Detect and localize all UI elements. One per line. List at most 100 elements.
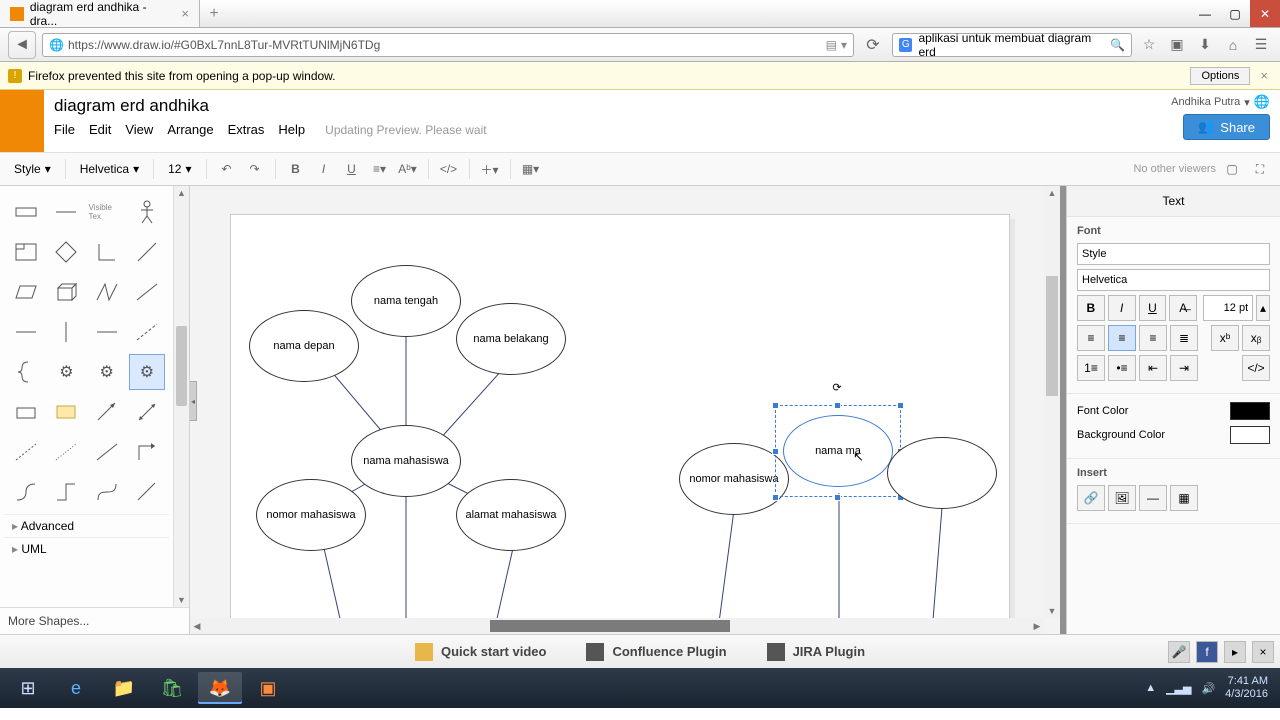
align-left-button[interactable]: ≡ — [1077, 325, 1105, 351]
footer-close-icon[interactable]: × — [1252, 641, 1274, 663]
shape-label[interactable] — [8, 194, 44, 230]
dropdown-icon[interactable]: ▾ — [841, 38, 847, 52]
shape-s-curve[interactable] — [8, 474, 44, 510]
reload-button[interactable]: ⟳ — [860, 32, 886, 58]
tray-network-icon[interactable]: ▁▃▅ — [1166, 682, 1191, 695]
taskbar-explorer-icon[interactable]: 📁 — [102, 672, 146, 704]
node-nama-belakang[interactable]: nama belakang — [456, 303, 566, 375]
menu-help[interactable]: Help — [278, 122, 305, 137]
url-field[interactable]: 🌐 https://www.draw.io/#G0BxL7nnL8Tur-MVR… — [42, 33, 854, 57]
shape-line-label[interactable] — [48, 194, 84, 230]
shape-solidline[interactable] — [89, 434, 125, 470]
panel-bold-button[interactable]: B — [1077, 295, 1105, 321]
infobar-close-icon[interactable]: × — [1256, 68, 1272, 83]
style-dropdown[interactable]: Style▾ — [8, 160, 57, 178]
shape-double-arrow[interactable] — [129, 394, 165, 430]
close-button[interactable]: ✕ — [1250, 0, 1280, 27]
indent-button[interactable]: ⇥ — [1170, 355, 1198, 381]
home-icon[interactable]: ⌂ — [1222, 34, 1244, 56]
pocket-icon[interactable]: ▣ — [1166, 34, 1188, 56]
tab-close-icon[interactable]: × — [181, 6, 189, 21]
shape-cube[interactable] — [48, 274, 84, 310]
reader-mode-icon[interactable]: ▤ — [826, 38, 837, 52]
insert-hr-button[interactable]: — — [1139, 485, 1167, 511]
redo-button[interactable]: ↷ — [243, 157, 267, 181]
taskbar-firefox-icon[interactable]: 🦊 — [198, 672, 242, 704]
globe-settings-icon[interactable]: 🌐 — [1254, 94, 1270, 110]
insert-image-button[interactable]: 🖼 — [1108, 485, 1136, 511]
bgcolor-swatch[interactable] — [1230, 426, 1270, 444]
share-button[interactable]: 👥 Share — [1183, 114, 1270, 140]
diagram-page[interactable]: nama depan nama tengah nama belakang nam… — [230, 214, 1010, 634]
shape-vline[interactable] — [48, 314, 84, 350]
shape-card[interactable] — [48, 394, 84, 430]
shape-frame[interactable] — [8, 234, 44, 270]
menu-edit[interactable]: Edit — [89, 122, 111, 137]
node-alamat-mahasiswa[interactable]: alamat mahasiswa — [456, 479, 566, 551]
align-justify-button[interactable]: ≣ — [1170, 325, 1198, 351]
maximize-button[interactable]: ▢ — [1220, 0, 1250, 27]
insert-dropdown[interactable]: ＋▾ — [478, 157, 502, 181]
document-title[interactable]: diagram erd andhika — [54, 94, 1151, 118]
shape-link-arrow[interactable] — [89, 394, 125, 430]
align-center-button[interactable]: ≡ — [1108, 325, 1136, 351]
shape-dotline1[interactable] — [8, 434, 44, 470]
downloads-icon[interactable]: ⬇ — [1194, 34, 1216, 56]
shape-actor[interactable] — [129, 194, 165, 230]
node-nama-tengah[interactable]: nama tengah — [351, 265, 461, 337]
italic-button[interactable]: I — [312, 157, 336, 181]
fullscreen-icon[interactable]: ⛶ — [1248, 157, 1272, 181]
shape-decision[interactable] — [48, 234, 84, 270]
underline-button[interactable]: U — [340, 157, 364, 181]
align-right-button[interactable]: ≡ — [1139, 325, 1167, 351]
node-nomor-mahasiswa[interactable]: nomor mahasiswa — [256, 479, 366, 551]
table-dropdown[interactable]: ▦▾ — [519, 157, 543, 181]
shape-palette[interactable]: Visible Tex ⚙ ⚙ — [0, 186, 173, 607]
menu-extras[interactable]: Extras — [228, 122, 265, 137]
menu-icon[interactable]: ☰ — [1250, 34, 1272, 56]
start-button[interactable]: ⊞ — [6, 672, 50, 704]
align-dropdown[interactable]: ≡▾ — [368, 157, 392, 181]
shape-hline[interactable] — [8, 314, 44, 350]
shape-dotline2[interactable] — [48, 434, 84, 470]
system-tray[interactable]: ▲ ▁▃▅ 🔊 7:41 AM 4/3/2016 — [1145, 675, 1274, 701]
panel-size-input[interactable] — [1203, 295, 1253, 321]
font-dropdown[interactable]: Helvetica▾ — [74, 160, 145, 178]
viewers-icon[interactable]: ▢ — [1220, 157, 1244, 181]
taskbar-store-icon[interactable]: 🛍 — [150, 672, 194, 704]
shape-gear3[interactable]: ⚙ — [129, 354, 165, 390]
canvas-scrollbar-v[interactable]: ▲▼ — [1044, 186, 1060, 618]
insert-link-button[interactable]: 🔗 — [1077, 485, 1105, 511]
collapse-sidebar-handle[interactable]: ◂ — [190, 381, 197, 421]
shape-pen[interactable] — [129, 474, 165, 510]
shape-elbow-arrow[interactable] — [129, 434, 165, 470]
numbered-list-button[interactable]: 1≡ — [1077, 355, 1105, 381]
node-nama-mahasiswa[interactable]: nama mahasiswa — [351, 425, 461, 497]
browser-tab[interactable]: diagram erd andhika - dra... × — [0, 0, 200, 27]
shape-note[interactable] — [8, 394, 44, 430]
shape-brace[interactable] — [8, 354, 44, 390]
footer-arrow-icon[interactable]: ▸ — [1224, 641, 1246, 663]
section-uml[interactable]: UML — [4, 537, 169, 560]
back-button[interactable]: ◄ — [8, 31, 36, 59]
menu-arrange[interactable]: Arrange — [167, 122, 213, 137]
footer-confluence[interactable]: Confluence Plugin — [586, 643, 726, 661]
node-nama-depan[interactable]: nama depan — [249, 310, 359, 382]
section-advanced[interactable]: Advanced — [4, 514, 169, 537]
scroll-up-icon[interactable]: ▲ — [174, 186, 189, 200]
panel-strike-button[interactable]: A̶ — [1169, 295, 1197, 321]
canvas-scrollbar-h[interactable]: ◀▶ — [190, 618, 1044, 634]
taskbar-ie-icon[interactable]: e — [54, 672, 98, 704]
superscript-button[interactable]: xᵇ — [1211, 325, 1239, 351]
shape-corner[interactable] — [89, 234, 125, 270]
size-stepper[interactable]: ▴ — [1256, 295, 1270, 321]
more-shapes-link[interactable]: More Shapes... — [0, 607, 189, 634]
panel-underline-button[interactable]: U — [1139, 295, 1167, 321]
font-input[interactable] — [1077, 269, 1270, 291]
sidebar-scrollbar[interactable]: ▲ ▼ — [173, 186, 189, 607]
shape-diagonal[interactable] — [129, 234, 165, 270]
options-button[interactable]: Options — [1190, 67, 1250, 85]
subscript-button[interactable]: xᵦ — [1242, 325, 1270, 351]
outdent-button[interactable]: ⇤ — [1139, 355, 1167, 381]
shape-zigzag[interactable] — [89, 274, 125, 310]
